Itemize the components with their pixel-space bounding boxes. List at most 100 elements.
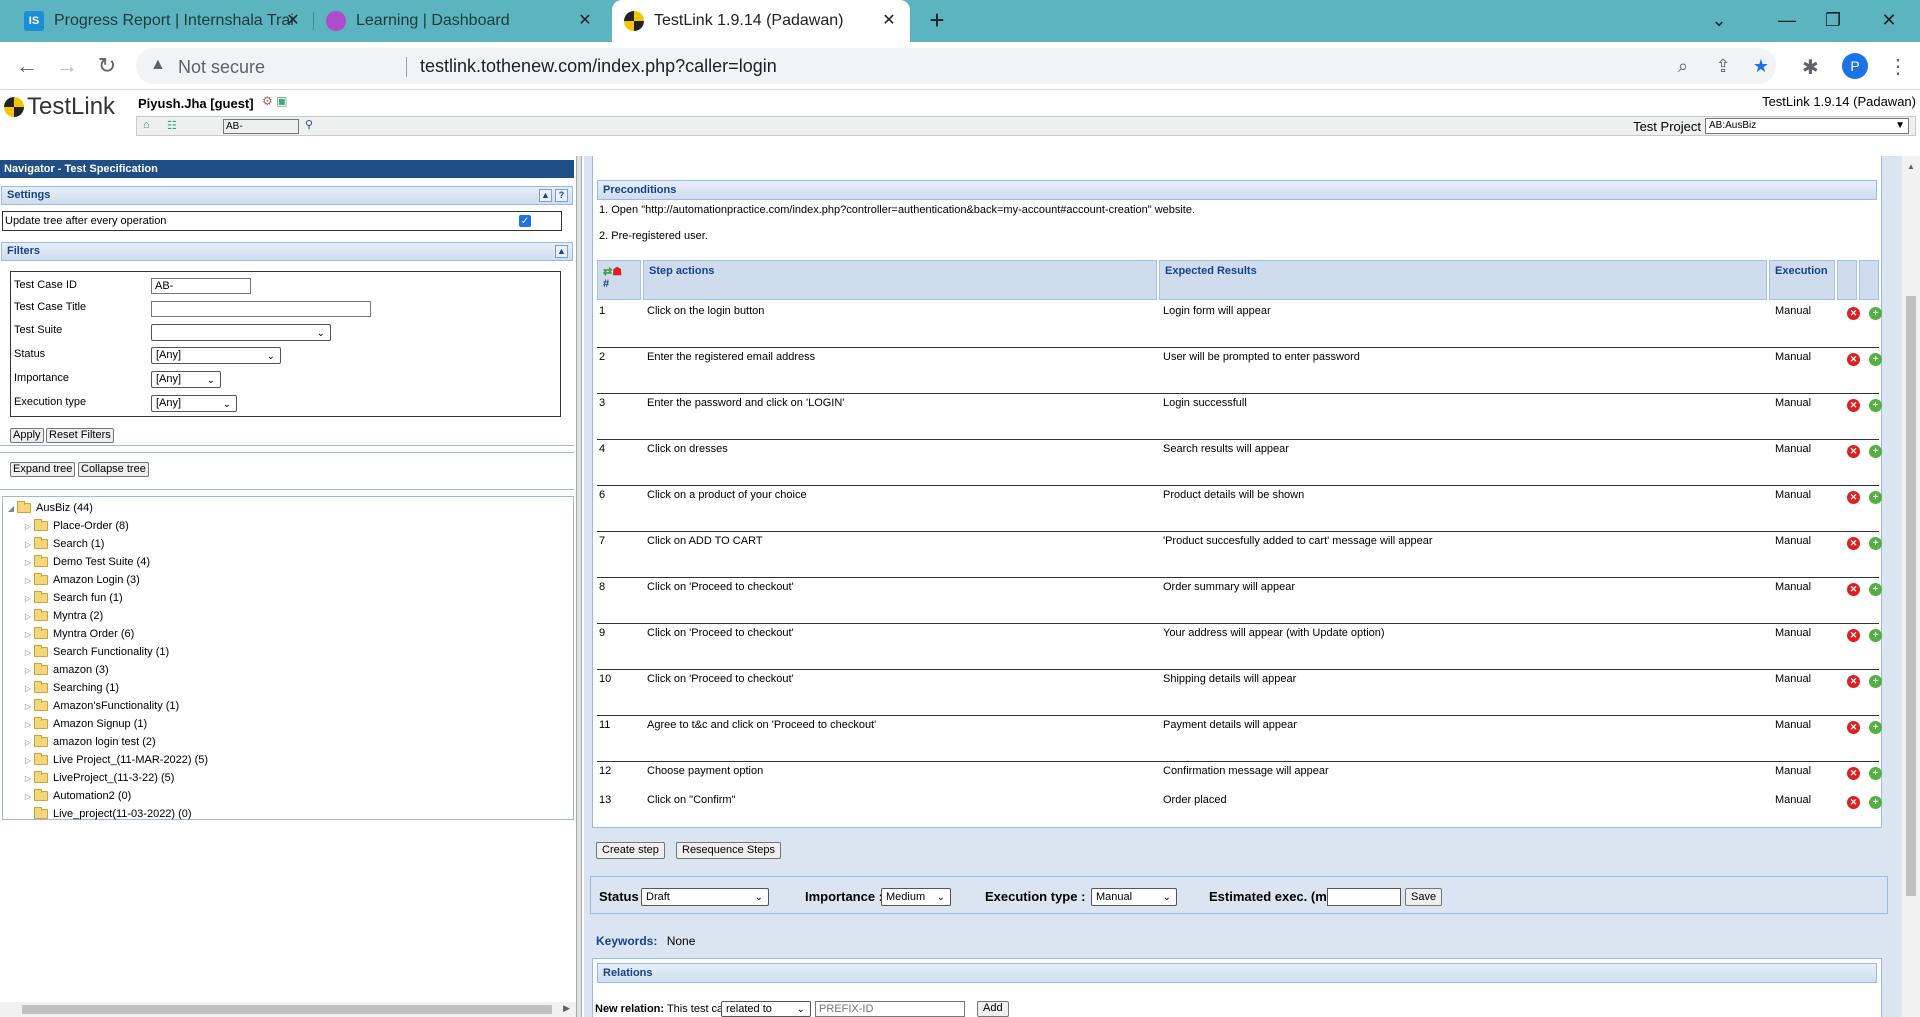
add-step-icon[interactable]: +	[1869, 307, 1882, 320]
tree-node[interactable]: ▷ Myntra Order (6)	[22, 626, 134, 642]
bookmark-star-icon[interactable]: ★	[1750, 55, 1772, 77]
reload-icon[interactable]: ↻	[92, 51, 122, 81]
my-settings-icon[interactable]: ⚙	[262, 94, 273, 108]
back-arrow-icon[interactable]: ←	[12, 51, 42, 81]
filters-panel-header[interactable]: Filters ▲	[1, 242, 573, 261]
minimize-button[interactable]: —	[1764, 0, 1810, 42]
collapsed-arrow-icon[interactable]: ▷	[22, 720, 34, 729]
scrollbar-thumb[interactable]	[22, 1005, 552, 1014]
relation-type-select[interactable]: related to ⌄	[721, 1001, 811, 1017]
table-row[interactable]: 3 Enter the password and click on 'LOGIN…	[597, 394, 1882, 440]
status-select[interactable]: Draft ⌄	[641, 888, 769, 906]
tc-id-input[interactable]: AB-	[151, 278, 251, 294]
browser-menu-icon[interactable]: ⋮	[1888, 54, 1908, 79]
keywords-label[interactable]: Keywords:	[596, 934, 657, 948]
table-row[interactable]: 9 Click on 'Proceed to checkout' Your ad…	[597, 624, 1882, 670]
table-row[interactable]: 2 Enter the registered email address Use…	[597, 348, 1882, 394]
delete-step-icon[interactable]: ✕	[1847, 767, 1860, 780]
tree-node[interactable]: ▷ Automation2 (0)	[22, 788, 131, 804]
add-step-icon[interactable]: +	[1869, 629, 1882, 642]
expand-tree-button[interactable]: Expand tree	[10, 462, 76, 477]
collapsed-arrow-icon[interactable]: ▷	[22, 612, 34, 621]
table-row[interactable]: 1 Click on the login button Login form w…	[597, 302, 1882, 348]
add-step-icon[interactable]: +	[1869, 796, 1882, 809]
collapse-tree-button[interactable]: Collapse tree	[78, 462, 149, 477]
delete-step-icon[interactable]: ✕	[1847, 353, 1860, 366]
tree-root-node[interactable]: ◢ AusBiz (44)	[5, 500, 93, 516]
execution-type-select[interactable]: [Any] ⌄	[151, 395, 237, 412]
add-step-icon[interactable]: +	[1869, 675, 1882, 688]
testcase-search-input[interactable]: AB-	[223, 119, 299, 134]
share-icon[interactable]: ⇪	[1712, 55, 1734, 77]
test-project-select[interactable]: AB:AusBiz ▼	[1705, 118, 1909, 134]
frame-divider[interactable]	[576, 156, 582, 1017]
testlink-logo[interactable]: TestLink	[4, 93, 115, 121]
delete-step-icon[interactable]: ✕	[1847, 629, 1860, 642]
add-step-icon[interactable]: +	[1869, 353, 1882, 366]
delete-step-icon[interactable]: ✕	[1847, 399, 1860, 412]
tree-node[interactable]: Live_project(11-03-2022) (0)	[22, 806, 192, 822]
test-suite-select[interactable]: ⌄	[151, 324, 331, 341]
table-row[interactable]: 10 Click on 'Proceed to checkout' Shippi…	[597, 670, 1882, 716]
tree-node[interactable]: ▷ Demo Test Suite (4)	[22, 554, 150, 570]
add-step-icon[interactable]: +	[1869, 491, 1882, 504]
delete-step-icon[interactable]: ✕	[1847, 796, 1860, 809]
collapsed-arrow-icon[interactable]: ▷	[22, 666, 34, 675]
table-row[interactable]: 12 Choose payment option Confirmation me…	[597, 762, 1882, 790]
tab-internshala[interactable]: IS Progress Report | Internshala Trai ✕	[12, 0, 314, 42]
not-secure-label[interactable]: Not secure	[178, 57, 265, 78]
collapse-icon[interactable]: ▲	[539, 189, 552, 202]
delete-step-icon[interactable]: ✕	[1847, 721, 1860, 734]
tc-title-input[interactable]	[151, 301, 371, 317]
add-step-icon[interactable]: +	[1869, 445, 1882, 458]
collapsed-arrow-icon[interactable]: ▷	[22, 630, 34, 639]
scroll-right-icon[interactable]: ▶	[563, 1003, 570, 1014]
relation-prefix-input[interactable]	[815, 1001, 965, 1017]
tab-testlink[interactable]: TL TestLink 1.9.14 (Padawan) ✕	[612, 0, 910, 42]
table-row[interactable]: 13 Click on "Confirm" Order placed Manua…	[597, 791, 1882, 821]
create-step-button[interactable]: Create step	[596, 842, 665, 859]
delete-step-icon[interactable]: ✕	[1847, 675, 1860, 688]
collapsed-arrow-icon[interactable]: ▷	[22, 702, 34, 711]
collapsed-arrow-icon[interactable]: ▷	[22, 522, 34, 531]
delete-step-icon[interactable]: ✕	[1847, 491, 1860, 504]
restore-button[interactable]: ❐	[1810, 0, 1856, 42]
collapse-icon[interactable]: ▲	[555, 245, 568, 258]
tree-node[interactable]: ▷ Myntra (2)	[22, 608, 103, 624]
tree-icon[interactable]: ☷	[167, 119, 177, 132]
collapsed-arrow-icon[interactable]: ▷	[22, 648, 34, 657]
tree-node[interactable]: ▷ Amazon Login (3)	[22, 572, 140, 588]
table-row[interactable]: 11 Agree to t&c and click on 'Proceed to…	[597, 716, 1882, 762]
tree-node[interactable]: ▷ Place-Order (8)	[22, 518, 129, 534]
collapsed-arrow-icon[interactable]: ▷	[22, 594, 34, 603]
close-icon[interactable]: ✕	[880, 12, 898, 30]
add-step-icon[interactable]: +	[1869, 721, 1882, 734]
profile-avatar[interactable]: P	[1842, 53, 1868, 79]
add-relation-button[interactable]: Add	[977, 1001, 1009, 1017]
save-button[interactable]: Save	[1405, 888, 1443, 906]
table-row[interactable]: 4 Click on dresses Search results will a…	[597, 440, 1882, 486]
collapsed-arrow-icon[interactable]: ▷	[22, 540, 34, 549]
resequence-steps-button[interactable]: Resequence Steps	[676, 842, 781, 859]
apply-filters-button[interactable]: Apply	[10, 428, 44, 443]
collapsed-arrow-icon[interactable]: ▷	[22, 774, 34, 783]
table-row[interactable]: 8 Click on 'Proceed to checkout' Order s…	[597, 578, 1882, 624]
new-tab-button[interactable]: +	[922, 6, 952, 36]
window-close-button[interactable]: ✕	[1866, 0, 1912, 42]
collapsed-arrow-icon[interactable]: ▷	[22, 576, 34, 585]
search-icon[interactable]: ⚲	[305, 118, 313, 131]
close-icon[interactable]: ✕	[284, 12, 302, 30]
add-step-icon[interactable]: +	[1869, 399, 1882, 412]
tab-search-chevron-icon[interactable]: ⌄	[1696, 0, 1742, 42]
estimated-exec-input[interactable]	[1327, 888, 1401, 906]
scrollbar-thumb[interactable]	[1906, 296, 1916, 896]
tree-node[interactable]: ▷ Search (1)	[22, 536, 104, 552]
table-row[interactable]: 7 Click on ADD TO CART 'Product succesfu…	[597, 532, 1882, 578]
update-tree-checkbox[interactable]: ✓	[519, 215, 531, 227]
url-text[interactable]: testlink.tothenew.com/index.php?caller=l…	[420, 56, 777, 77]
collapsed-arrow-icon[interactable]: ▷	[22, 738, 34, 747]
extensions-puzzle-icon[interactable]: ✱	[1802, 55, 1819, 80]
delete-step-icon[interactable]: ✕	[1847, 307, 1860, 320]
expanded-arrow-icon[interactable]: ◢	[5, 504, 17, 513]
close-icon[interactable]: ✕	[576, 12, 594, 30]
